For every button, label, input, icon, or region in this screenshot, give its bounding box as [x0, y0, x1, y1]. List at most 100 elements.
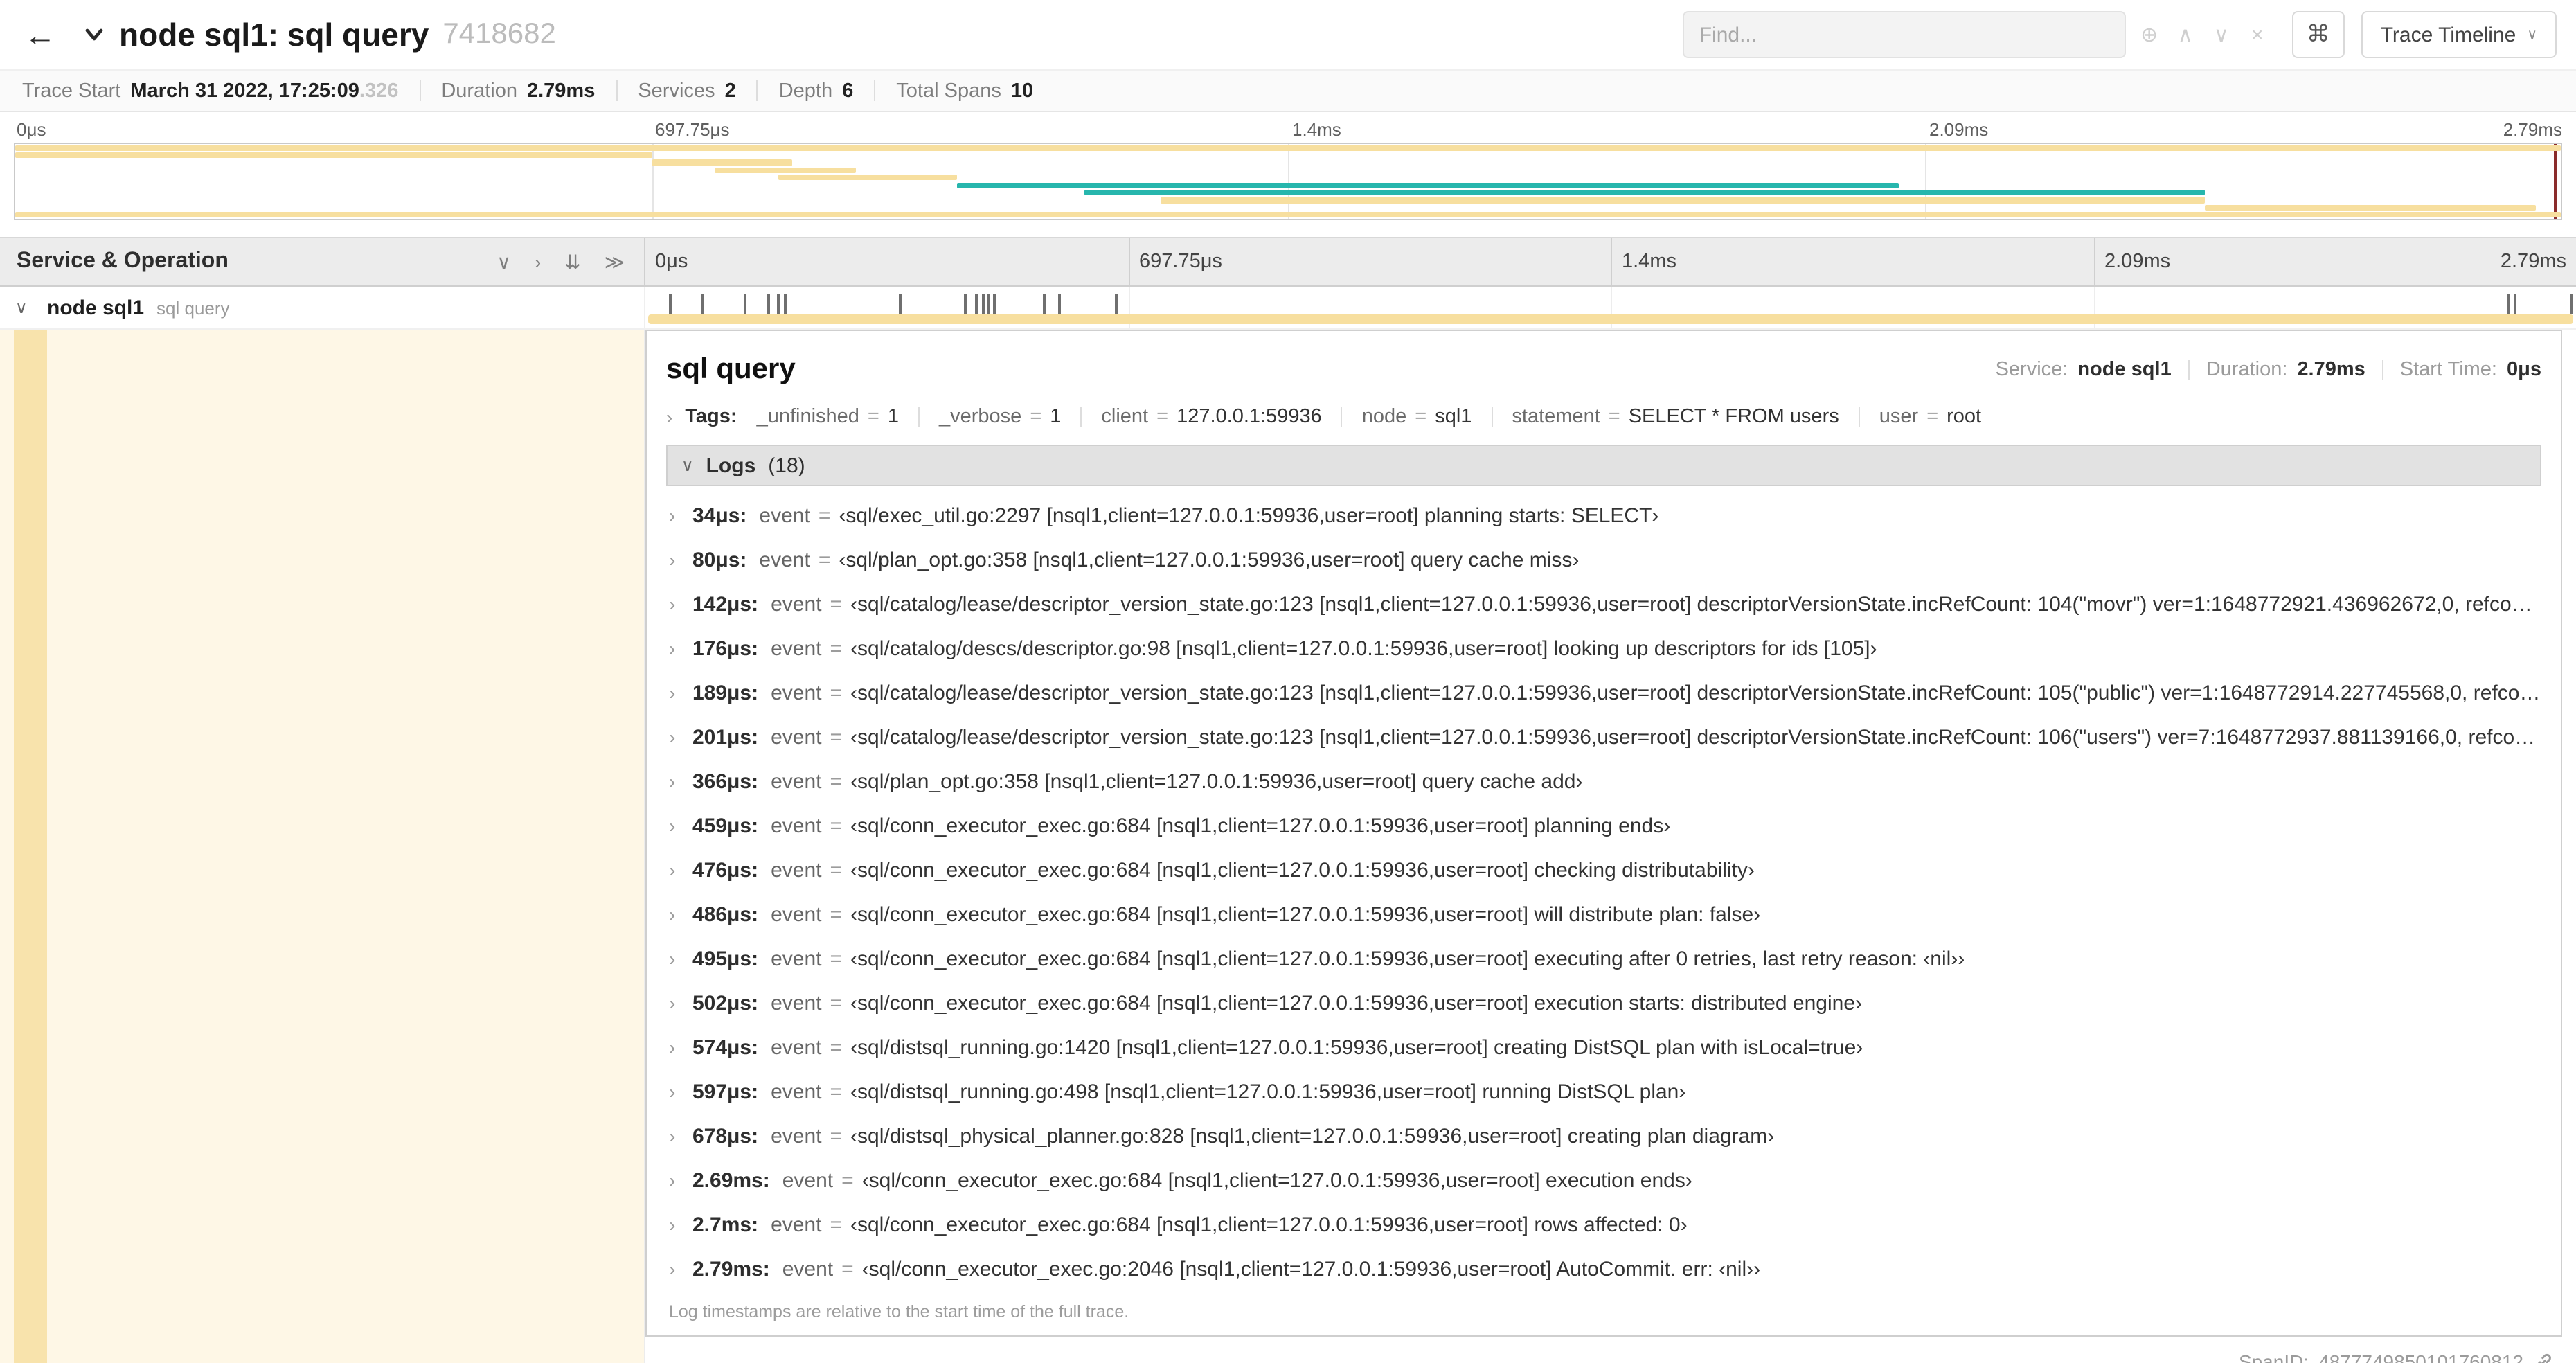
log-entry-row[interactable]: › 80μs: event = ‹sql/plan_opt.go:358 [nsql1,…	[669, 537, 2541, 582]
log-marker-tick	[767, 294, 770, 314]
tag-equals: =	[1926, 406, 1939, 428]
clear-search-icon[interactable]: ×	[2239, 23, 2275, 46]
log-entry-row[interactable]: › 142μs: event = ‹sql/catalog/lease/descript…	[669, 582, 2541, 626]
chevron-down-icon: ∨	[2527, 27, 2537, 42]
axis-tick-label: 2.79ms	[2503, 119, 2562, 140]
log-marker-tick	[668, 294, 672, 314]
logs-list: › 34μs: event = ‹sql/exec_util.go:2297 [nsql…	[666, 486, 2541, 1291]
log-field-value: ‹sql/catalog/lease/descriptor_version_st…	[850, 725, 2541, 749]
service-operation-header: Service & Operation ∨ › ⇊ ≫	[0, 238, 645, 285]
minimap-axis: 0μs 697.75μs 1.4ms 2.09ms 2.79ms	[14, 119, 2562, 143]
log-entry-row[interactable]: › 495μs: event = ‹sql/conn_executor_exec.go:…	[669, 936, 2541, 981]
log-field-value: ‹sql/distsql_running.go:498 [nsql1,clien…	[850, 1080, 1686, 1103]
log-field-key: event	[771, 592, 822, 616]
log-entry-row[interactable]: › 201μs: event = ‹sql/catalog/lease/descript…	[669, 715, 2541, 759]
trace-start-item: Trace Start March 31 2022, 17:25:09.326	[22, 80, 398, 102]
span-detail-panel: sql query Service: node sql1 Duration: 2…	[645, 330, 2562, 1337]
log-entry-row[interactable]: › 574μs: event = ‹sql/distsql_running.go:142…	[669, 1025, 2541, 1069]
log-entry-row[interactable]: › 678μs: event = ‹sql/distsql_physical_plann…	[669, 1114, 2541, 1158]
span-row-track[interactable]	[645, 287, 2576, 328]
log-field-value: ‹sql/conn_executor_exec.go:684 [nsql1,cl…	[850, 858, 1755, 882]
minimap-gridline	[1924, 144, 1926, 219]
prev-result-icon[interactable]: ∧	[2167, 22, 2203, 47]
tag-key: statement	[1512, 406, 1600, 428]
log-timestamp: 476μs:	[692, 858, 759, 882]
minimap-scrubber[interactable]	[2554, 144, 2557, 219]
span-duration-bar[interactable]	[648, 314, 2573, 324]
command-icon: ⌘	[2306, 21, 2330, 47]
minimap-span-bar	[1161, 197, 2205, 204]
axis-tick-label: 1.4ms	[1292, 119, 1341, 140]
tag-equals: =	[1415, 406, 1427, 428]
logs-section-header[interactable]: ∨ Logs (18)	[666, 445, 2541, 486]
tag-item: _verbose = 1	[939, 406, 1061, 428]
log-marker-tick	[981, 294, 985, 314]
divider	[756, 80, 758, 101]
expand-all-icon[interactable]: ≫	[605, 250, 625, 274]
find-input[interactable]	[1682, 11, 2126, 58]
minimap-canvas[interactable]	[14, 143, 2562, 220]
divider	[918, 407, 920, 427]
trace-timeline-label: Trace Timeline	[2380, 23, 2516, 46]
tag-item: _unfinished = 1	[757, 406, 899, 428]
log-timestamp: 34μs:	[692, 504, 747, 527]
tag-item: node = sql1	[1362, 406, 1472, 428]
log-equals: =	[830, 1213, 842, 1236]
trace-collapse-chevron[interactable]	[80, 21, 108, 48]
log-entry-row[interactable]: › 2.7ms: event = ‹sql/conn_executor_exec.go:…	[669, 1202, 2541, 1247]
trace-timeline-dropdown[interactable]: Trace Timeline ∨	[2361, 11, 2557, 58]
span-id-value: 4877749850101760812	[2318, 1351, 2523, 1363]
log-equals: =	[830, 769, 843, 793]
log-entry-row[interactable]: › 486μs: event = ‹sql/conn_executor_exec.go:…	[669, 892, 2541, 936]
log-equals: =	[841, 1168, 854, 1192]
divider	[1080, 407, 1082, 427]
log-timestamp: 201μs:	[692, 725, 759, 749]
log-timestamp: 2.69ms:	[692, 1168, 770, 1192]
log-equals: =	[830, 814, 843, 837]
match-count-icon[interactable]: ⊕	[2131, 22, 2167, 47]
span-row-name-cell[interactable]: ∨ node sql1 sql query	[0, 287, 645, 328]
column-label: 2.79ms	[2500, 251, 2566, 273]
next-result-icon[interactable]: ∨	[2203, 22, 2239, 47]
log-field-key: event	[759, 548, 810, 571]
log-entry-row[interactable]: › 2.79ms: event = ‹sql/conn_executor_exec.go…	[669, 1247, 2541, 1291]
trace-start-label: Trace Start	[22, 80, 121, 102]
collapse-all-icon[interactable]: ⇊	[564, 250, 580, 274]
minimap-span-bar	[778, 175, 958, 181]
keyboard-shortcuts-button[interactable]: ⌘	[2291, 11, 2345, 58]
log-entry-row[interactable]: › 189μs: event = ‹sql/catalog/lease/descript…	[669, 670, 2541, 715]
log-entry-row[interactable]: › 366μs: event = ‹sql/plan_opt.go:358 [nsql1…	[669, 759, 2541, 803]
log-entry-row[interactable]: › 176μs: event = ‹sql/catalog/descs/descript…	[669, 626, 2541, 670]
log-field-value: ‹sql/catalog/lease/descriptor_version_st…	[850, 592, 2541, 616]
minimap-span-bar	[652, 159, 792, 166]
start-time-value: 0μs	[2507, 359, 2541, 381]
back-button[interactable]: ←	[14, 8, 66, 61]
collapse-one-icon[interactable]: ∨	[497, 250, 511, 274]
log-entry-row[interactable]: › 459μs: event = ‹sql/conn_executor_exec.go:…	[669, 803, 2541, 848]
log-entry-row[interactable]: › 34μs: event = ‹sql/exec_util.go:2297 [nsql…	[669, 493, 2541, 537]
log-field-key: event	[771, 1124, 822, 1148]
service-value: node sql1	[2077, 359, 2172, 381]
logs-count: (18)	[768, 454, 805, 477]
log-field-value: ‹sql/exec_util.go:2297 [nsql1,client=127…	[839, 504, 1659, 527]
log-field-value: ‹sql/conn_executor_exec.go:684 [nsql1,cl…	[850, 1213, 1688, 1236]
services-item: Services 2	[638, 80, 735, 102]
log-equals: =	[830, 1080, 843, 1103]
log-marker-tick	[1058, 294, 1062, 314]
expand-one-icon[interactable]: ›	[535, 250, 541, 274]
span-row[interactable]: ∨ node sql1 sql query	[0, 287, 2576, 330]
copy-link-icon[interactable]	[2533, 1351, 2554, 1363]
log-field-key: event	[771, 902, 822, 926]
chevron-down-icon[interactable]: ∨	[15, 298, 35, 317]
log-entry-row[interactable]: › 476μs: event = ‹sql/conn_executor_exec.go:…	[669, 848, 2541, 892]
minimap-span-bar	[15, 145, 2561, 151]
chevron-right-icon: ›	[666, 406, 673, 428]
tag-equals: =	[1156, 406, 1169, 428]
tags-row[interactable]: › Tags: _unfinished = 1 _verbose = 1 client = 12…	[666, 400, 2541, 445]
log-entry-row[interactable]: › 502μs: event = ‹sql/conn_executor_exec.go:…	[669, 981, 2541, 1025]
log-entry-row[interactable]: › 2.69ms: event = ‹sql/conn_executor_exec.go…	[669, 1158, 2541, 1202]
log-field-value: ‹sql/distsql_running.go:1420 [nsql1,clie…	[850, 1035, 1863, 1059]
log-entry-row[interactable]: › 597μs: event = ‹sql/distsql_running.go:498…	[669, 1069, 2541, 1114]
divider	[419, 80, 421, 101]
tag-value: SELECT * FROM users	[1628, 406, 1839, 428]
